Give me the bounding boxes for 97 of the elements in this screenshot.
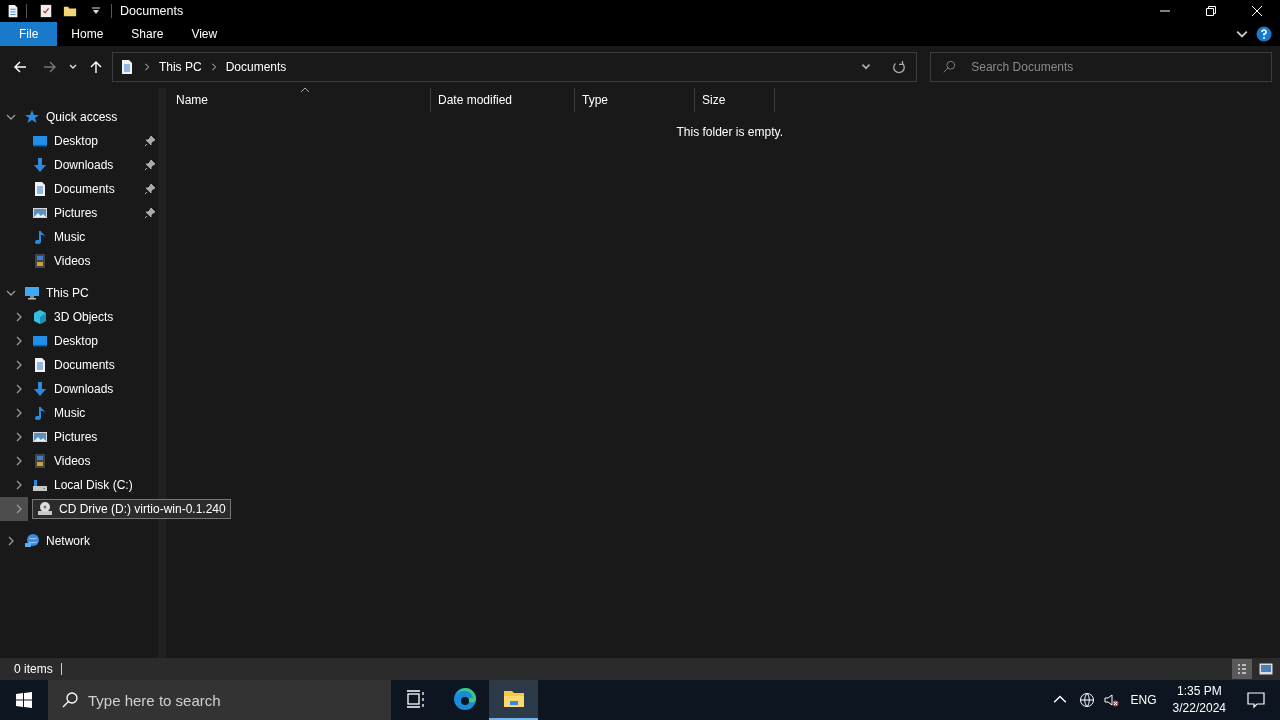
network-icon bbox=[24, 533, 40, 549]
nav-item[interactable]: Pictures bbox=[32, 428, 156, 446]
chevron-right-icon[interactable] bbox=[14, 456, 24, 466]
ribbon-tab[interactable]: View bbox=[177, 22, 232, 46]
pin-icon[interactable] bbox=[144, 159, 156, 171]
column-header[interactable]: Size bbox=[695, 88, 775, 112]
search-icon bbox=[62, 692, 78, 708]
nav-item[interactable]: Videos bbox=[32, 252, 156, 270]
chevron-down-icon[interactable] bbox=[6, 288, 16, 298]
column-header[interactable]: Date modified bbox=[431, 88, 575, 112]
nav-item[interactable]: Documents bbox=[32, 356, 156, 374]
chevron-right-icon[interactable] bbox=[14, 312, 24, 322]
nav-item[interactable]: Videos bbox=[32, 452, 156, 470]
search-icon bbox=[942, 60, 957, 74]
file-tab[interactable]: File bbox=[0, 22, 58, 46]
notifications-icon[interactable] bbox=[1246, 690, 1266, 710]
music-note-icon bbox=[32, 229, 48, 245]
clock[interactable]: 1:35 PM 3/22/2024 bbox=[1172, 683, 1226, 717]
details-view-icon bbox=[1236, 663, 1248, 675]
pin-icon[interactable] bbox=[144, 183, 156, 195]
pin-icon[interactable] bbox=[144, 207, 156, 219]
chevron-right-icon[interactable] bbox=[14, 408, 24, 418]
empty-folder-message: This folder is empty. bbox=[676, 124, 783, 141]
forward-arrow-icon[interactable] bbox=[42, 59, 58, 75]
desktop-icon bbox=[32, 333, 48, 349]
column-header[interactable]: Name bbox=[169, 88, 431, 112]
pin-icon[interactable] bbox=[144, 135, 156, 147]
nav-item[interactable]: Local Disk (C:) bbox=[32, 476, 156, 494]
muted-speaker-icon[interactable] bbox=[1102, 692, 1119, 708]
down-arrow-icon bbox=[32, 381, 48, 397]
nav-item[interactable]: Network bbox=[0, 529, 158, 553]
nav-item[interactable]: Quick access bbox=[0, 105, 158, 129]
ribbon-tab[interactable]: Share bbox=[117, 22, 178, 46]
chevron-right-icon[interactable] bbox=[209, 63, 218, 71]
restore-icon bbox=[1206, 6, 1216, 16]
column-header[interactable]: Type bbox=[575, 88, 695, 112]
down-arrow-icon bbox=[32, 157, 48, 173]
nav-item[interactable]: Pictures bbox=[32, 204, 156, 222]
ribbon-tab[interactable]: Home bbox=[57, 22, 118, 46]
address-bar[interactable]: This PC Documents bbox=[111, 52, 918, 82]
folder-icon[interactable] bbox=[63, 4, 77, 18]
nav-item[interactable]: Music bbox=[32, 404, 156, 422]
document-icon bbox=[32, 357, 48, 373]
nav-item[interactable]: Documents bbox=[32, 180, 156, 198]
document-icon bbox=[6, 4, 20, 18]
properties-icon[interactable] bbox=[39, 4, 53, 18]
windows-logo-icon bbox=[16, 692, 32, 708]
chevron-down-icon[interactable] bbox=[6, 112, 16, 122]
breadcrumb[interactable]: Documents bbox=[225, 58, 287, 76]
disc-drive-icon bbox=[37, 501, 53, 517]
taskbar-search-field[interactable]: Type here to search bbox=[48, 680, 391, 720]
nav-item[interactable]: This PC bbox=[0, 281, 158, 305]
breadcrumb[interactable]: This PC bbox=[158, 58, 202, 76]
file-explorer-button[interactable] bbox=[489, 680, 538, 720]
film-icon bbox=[32, 453, 48, 469]
nav-item[interactable]: Music bbox=[32, 228, 156, 246]
star-icon bbox=[24, 109, 40, 125]
tooltip: CD Drive (D:) virtio-win-0.1.240 bbox=[32, 499, 231, 519]
nav-item[interactable]: Desktop bbox=[32, 332, 156, 350]
item-count: 0 items bbox=[14, 661, 53, 678]
chevron-right-icon[interactable] bbox=[14, 480, 24, 490]
task-view-icon bbox=[405, 689, 426, 709]
chevron-right-icon[interactable] bbox=[6, 536, 16, 546]
cube-icon bbox=[32, 309, 48, 325]
chevron-down-icon[interactable] bbox=[67, 62, 78, 72]
film-icon bbox=[32, 253, 48, 269]
globe-icon[interactable] bbox=[1078, 692, 1095, 708]
dropdown-icon[interactable] bbox=[91, 6, 101, 16]
sort-up-icon bbox=[299, 86, 310, 94]
picture-icon bbox=[32, 205, 48, 221]
computer-icon bbox=[24, 285, 40, 301]
nav-item[interactable]: Downloads bbox=[32, 156, 156, 174]
chevron-right-icon[interactable] bbox=[14, 504, 24, 514]
chevron-down-icon[interactable] bbox=[1236, 28, 1248, 40]
document-icon bbox=[32, 181, 48, 197]
large-icons-view-icon bbox=[1259, 663, 1273, 675]
language-indicator[interactable]: ENG bbox=[1130, 691, 1157, 709]
chevron-right-icon[interactable] bbox=[14, 432, 24, 442]
nav-item[interactable]: 3D Objects bbox=[32, 308, 156, 326]
help-icon[interactable] bbox=[1256, 26, 1272, 42]
drive-icon bbox=[32, 477, 48, 493]
details-view-button[interactable] bbox=[1232, 659, 1252, 679]
music-note-icon bbox=[32, 405, 48, 421]
search-field[interactable]: Search Documents bbox=[930, 52, 1272, 82]
refresh-icon[interactable] bbox=[892, 60, 907, 74]
edge-icon bbox=[452, 687, 477, 711]
chevron-right-icon[interactable] bbox=[142, 63, 151, 71]
chevron-right-icon[interactable] bbox=[14, 336, 24, 346]
chevron-right-icon[interactable] bbox=[14, 360, 24, 370]
nav-item[interactable]: Desktop bbox=[32, 132, 156, 150]
chevron-right-icon[interactable] bbox=[14, 384, 24, 394]
close-icon bbox=[1252, 6, 1262, 16]
desktop-icon bbox=[32, 133, 48, 149]
back-arrow-icon[interactable] bbox=[12, 59, 28, 75]
picture-icon bbox=[32, 429, 48, 445]
nav-item[interactable]: Downloads bbox=[32, 380, 156, 398]
window-title: Documents bbox=[120, 2, 184, 20]
